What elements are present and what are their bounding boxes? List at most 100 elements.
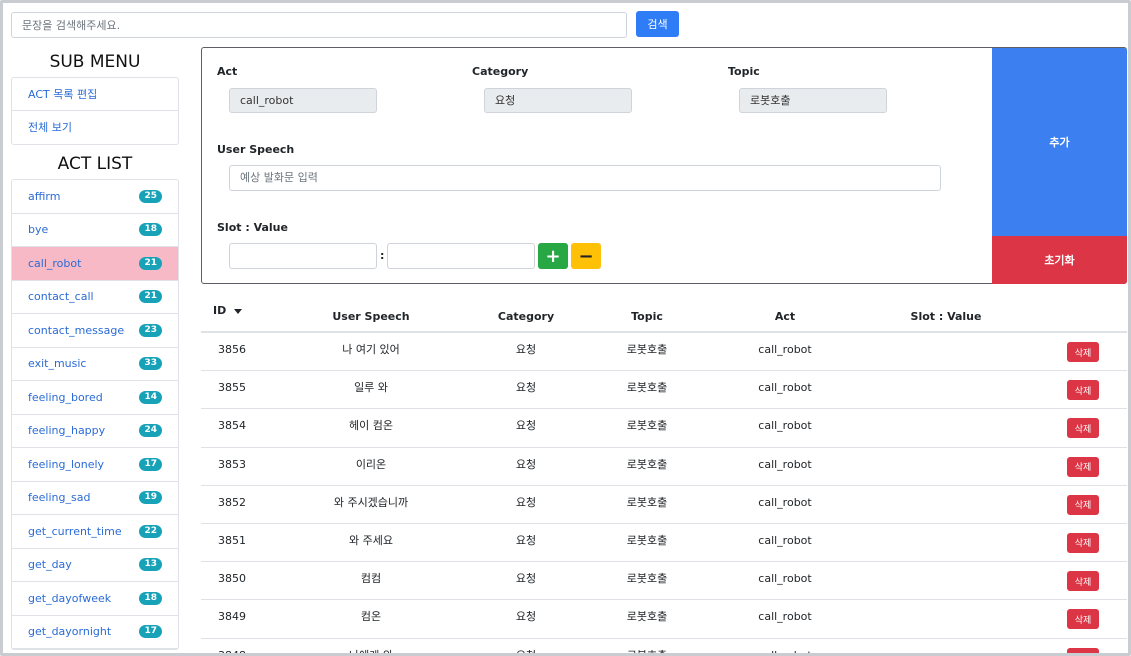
topic-header: Topic xyxy=(631,310,663,323)
add-slot-button[interactable]: + xyxy=(538,243,568,269)
topic-cell: 로봇호출 xyxy=(626,381,668,395)
delete-button[interactable]: 삭제 xyxy=(1067,571,1099,592)
table-row[interactable]: 3849 컴온 요청 로봇호출 call_robot 삭제 xyxy=(201,600,1127,639)
sub-menu-item-edit-acts[interactable]: ACT 목록 편집 xyxy=(12,78,178,111)
slot-value-label: Slot : Value xyxy=(217,221,288,234)
sidebar: SUB MENU ACT 목록 편집 전체 보기 ACT LIST affirm… xyxy=(11,47,179,650)
act-name: feeling_happy xyxy=(28,424,106,438)
category-cell: 요청 xyxy=(515,381,537,395)
act-list-item[interactable]: affirm 25 xyxy=(12,180,178,214)
value-input[interactable] xyxy=(387,243,535,269)
user-speech-input[interactable]: 예상 발화문 입력 xyxy=(229,165,941,191)
sort-by-id-header[interactable]: ID xyxy=(213,304,243,317)
delete-button[interactable]: 삭제 xyxy=(1067,342,1099,362)
category-cell: 요청 xyxy=(515,419,537,433)
act-list-item[interactable]: exit_music 33 xyxy=(12,348,178,381)
act-list-item[interactable]: get_dayofweek 18 xyxy=(12,582,178,616)
act-cell: call_robot xyxy=(758,381,812,395)
table-body: 3856 나 여기 있어 요청 로봇호출 call_robot 삭제 3855 일루 와 요청 로… xyxy=(201,333,1127,656)
act-list-item[interactable]: get_current_time 22 xyxy=(12,515,178,549)
id-cell: 3848 xyxy=(218,648,246,656)
act-list-item[interactable]: feeling_happy 24 xyxy=(12,415,178,448)
topic-cell: 로봇호출 xyxy=(626,343,668,356)
add-button[interactable]: 추가 xyxy=(992,48,1127,236)
id-cell: 3851 xyxy=(218,533,246,547)
count-badge: 18 xyxy=(139,591,162,605)
category-cell: 요청 xyxy=(515,533,537,547)
user-speech-cell: 나 여기 있어 xyxy=(342,343,400,356)
act-list-item[interactable]: contact_message 23 xyxy=(12,314,178,348)
act-name: contact_call xyxy=(28,290,94,304)
id-cell: 3856 xyxy=(218,343,246,356)
act-list-item[interactable]: feeling_bored 14 xyxy=(12,381,178,415)
search-button[interactable]: 검색 xyxy=(636,11,679,37)
count-badge: 22 xyxy=(139,524,162,538)
table-row[interactable]: 3852 와 주시겠습니까 요청 로봇호출 call_robot 삭제 xyxy=(201,486,1127,524)
act-cell: call_robot xyxy=(758,648,812,656)
delete-button[interactable]: 삭제 xyxy=(1067,532,1099,553)
topic-cell: 로봇호출 xyxy=(626,419,668,433)
act-list-item[interactable]: feeling_lonely 17 xyxy=(12,448,178,482)
utterance-table: ID User Speech Category Topic Act Slot :… xyxy=(201,293,1127,656)
user-speech-cell: 나에게 와 xyxy=(349,648,393,656)
act-cell: call_robot xyxy=(758,343,812,356)
act-list-item[interactable]: contact_call 21 xyxy=(12,281,178,314)
id-cell: 3850 xyxy=(218,572,246,586)
act-name: feeling_bored xyxy=(28,390,103,404)
remove-slot-button[interactable]: − xyxy=(571,243,601,269)
count-badge: 17 xyxy=(139,457,162,471)
delete-button[interactable]: 삭제 xyxy=(1067,418,1099,439)
topic-cell: 로봇호출 xyxy=(626,533,668,547)
id-header-label: ID xyxy=(213,304,227,317)
slot-input[interactable] xyxy=(229,243,377,269)
table-row[interactable]: 3848 나에게 와 요청 로봇호출 call_robot 삭제 xyxy=(201,639,1127,656)
id-cell: 3852 xyxy=(218,495,246,509)
table-header: ID User Speech Category Topic Act Slot :… xyxy=(201,293,1127,333)
delete-button[interactable]: 삭제 xyxy=(1067,647,1099,653)
search-input[interactable] xyxy=(11,12,627,38)
delete-button[interactable]: 삭제 xyxy=(1067,456,1099,477)
act-list-item[interactable]: get_dayornight 17 xyxy=(12,616,178,649)
reset-button[interactable]: 초기화 xyxy=(992,236,1127,284)
delete-button[interactable]: 삭제 xyxy=(1067,380,1099,401)
act-name: get_day xyxy=(28,558,72,572)
sub-menu-item-view-all[interactable]: 전체 보기 xyxy=(12,111,178,144)
act-cell: call_robot xyxy=(758,533,812,547)
delete-button[interactable]: 삭제 xyxy=(1067,609,1099,630)
table-row[interactable]: 3850 컴컴 요청 로봇호출 call_robot 삭제 xyxy=(201,562,1127,601)
table-row[interactable]: 3853 이리온 요청 로봇호출 call_robot 삭제 xyxy=(201,448,1127,486)
act-list-item[interactable]: get_day 13 xyxy=(12,549,178,582)
user-speech-cell: 컴온 xyxy=(360,610,382,624)
act-cell: call_robot xyxy=(758,572,812,586)
count-badge: 17 xyxy=(139,625,162,639)
act-name: exit_music xyxy=(28,357,87,371)
topic-cell: 로봇호출 xyxy=(626,610,668,624)
slot-value-cell xyxy=(881,448,1011,486)
table-row[interactable]: 3856 나 여기 있어 요청 로봇호출 call_robot 삭제 xyxy=(201,333,1127,372)
delete-button[interactable]: 삭제 xyxy=(1067,494,1099,515)
table-row[interactable]: 3851 와 주세요 요청 로봇호출 call_robot 삭제 xyxy=(201,524,1127,563)
user-speech-cell: 이리온 xyxy=(355,457,387,471)
id-cell: 3853 xyxy=(218,457,246,471)
category-label: Category xyxy=(472,65,529,78)
act-cell: call_robot xyxy=(758,610,812,624)
act-list-item[interactable]: bye 18 xyxy=(12,214,178,247)
table-row[interactable]: 3855 일루 와 요청 로봇호출 call_robot 삭제 xyxy=(201,371,1127,410)
act-list-item[interactable]: call_robot 21 xyxy=(12,247,178,281)
table-row[interactable]: 3854 헤이 컴온 요청 로봇호출 call_robot 삭제 xyxy=(201,409,1127,448)
user-speech-cell: 컴컴 xyxy=(360,572,382,586)
act-cell: call_robot xyxy=(758,457,812,471)
act-cell: call_robot xyxy=(758,419,812,433)
slot-value-cell xyxy=(881,486,1011,524)
act-list-item[interactable]: feeling_sad 19 xyxy=(12,482,178,515)
id-cell: 3849 xyxy=(218,610,246,624)
slot-value-cell xyxy=(881,371,1011,409)
id-cell: 3854 xyxy=(218,419,246,433)
act-name: feeling_lonely xyxy=(28,457,105,471)
act-name: get_dayofweek xyxy=(28,591,112,605)
act-header: Act xyxy=(774,310,796,323)
act-name: bye xyxy=(28,223,49,237)
topic-cell: 로봇호출 xyxy=(626,572,668,586)
slot-value-cell xyxy=(881,524,1011,562)
count-badge: 18 xyxy=(139,223,162,237)
